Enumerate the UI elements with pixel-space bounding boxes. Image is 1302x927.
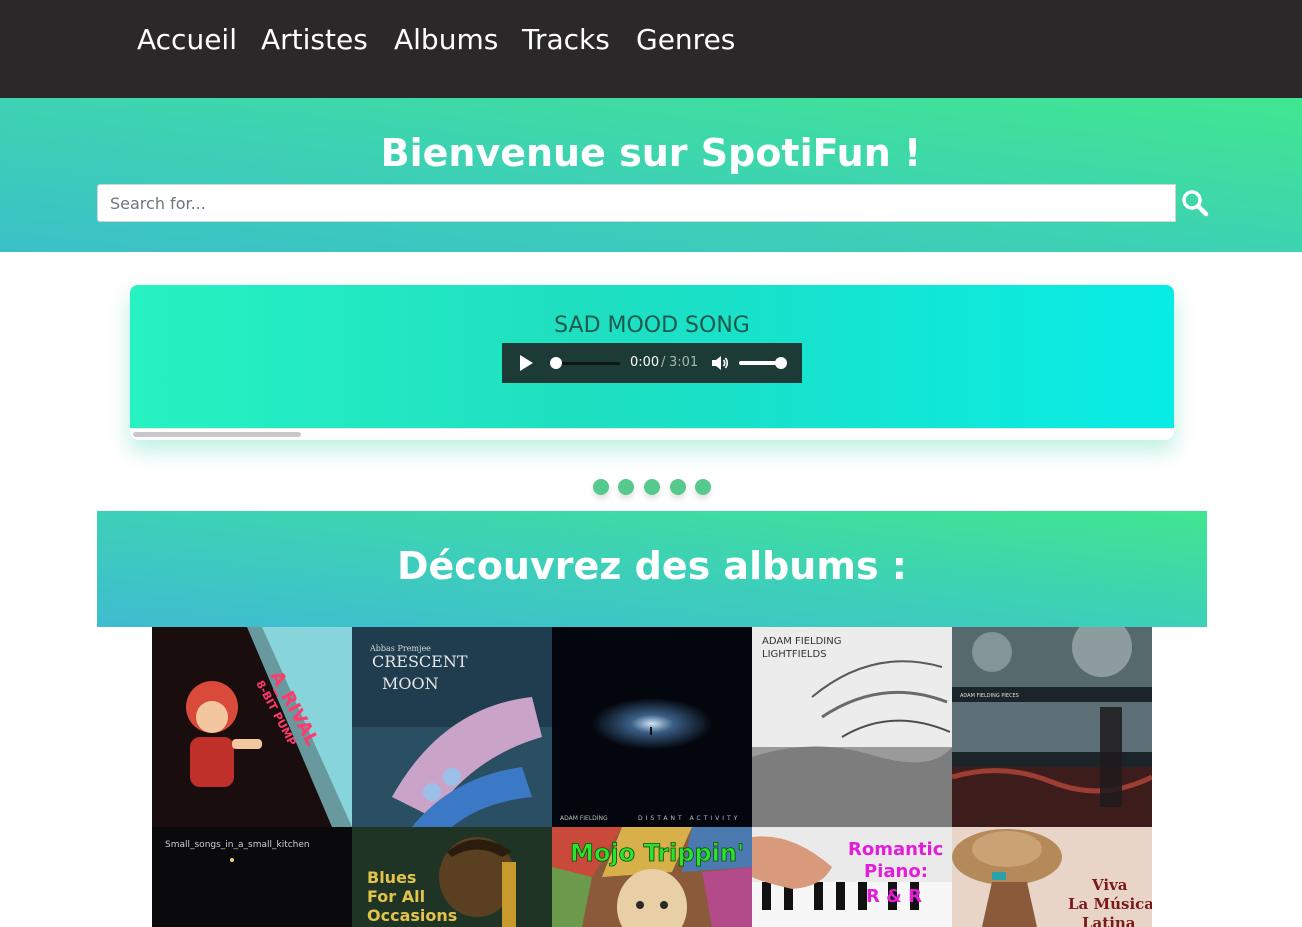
album-text: For All	[367, 887, 425, 906]
album-cover-small-songs[interactable]: Small_songs_in_a_small_kitchen	[152, 827, 352, 927]
album-cover-viva-la-musica[interactable]: Viva La Música Latina	[952, 827, 1152, 927]
search-icon[interactable]	[1180, 188, 1210, 218]
page-title: Bienvenue sur SpotiFun !	[380, 131, 922, 175]
carousel-indicator-5[interactable]	[695, 479, 711, 495]
album-text: Mojo Trippin'	[570, 839, 744, 867]
carousel-indicator-1[interactable]	[593, 479, 609, 495]
horizontal-scrollbar	[130, 428, 1174, 440]
top-navbar: Accueil Artistes Albums Tracks Genres	[0, 0, 1302, 98]
album-text: Small_songs_in_a_small_kitchen	[165, 840, 310, 850]
album-text: La Música	[1068, 895, 1152, 913]
volume-handle[interactable]	[775, 357, 787, 369]
search-input[interactable]	[97, 184, 1176, 222]
album-text: Piano:	[864, 861, 928, 882]
album-text: Occasions	[367, 906, 457, 925]
carousel-indicator-2[interactable]	[618, 479, 634, 495]
album-text: DISTANT ACTIVITY	[638, 815, 740, 822]
hero-banner: Bienvenue sur SpotiFun !	[0, 98, 1302, 252]
album-text: ADAM FIELDING	[560, 815, 608, 822]
album-cover-blues[interactable]: Blues For All Occasions	[352, 827, 552, 927]
album-cover-crescent-moon[interactable]: Abbas Premjee CRESCENT MOON	[352, 627, 552, 827]
album-cover-pieces[interactable]: ADAM FIELDING PIECES	[952, 627, 1152, 827]
current-time: 0:00	[630, 355, 660, 370]
carousel-indicator-4[interactable]	[670, 479, 686, 495]
album-text: Viva	[1091, 876, 1128, 894]
nav-link-accueil[interactable]: Accueil	[137, 22, 237, 58]
album-cover-distant-activity[interactable]: ADAM FIELDING DISTANT ACTIVITY	[552, 627, 752, 827]
album-cover-romantic-piano[interactable]: Romantic Piano: R & R	[752, 827, 952, 927]
album-text: ADAM FIELDING	[762, 636, 841, 647]
album-text: ADAM FIELDING PIECES	[960, 693, 1019, 699]
nav-link-genres[interactable]: Genres	[636, 22, 735, 58]
album-text: MOON	[382, 674, 439, 693]
play-icon[interactable]	[517, 354, 535, 372]
nav-link-albums[interactable]: Albums	[394, 22, 498, 58]
album-text: Latina	[1082, 914, 1136, 927]
carousel-slide: SAD MOOD SONG 0:00 / 3:01	[130, 285, 1174, 440]
album-text: LIGHTFIELDS	[762, 649, 827, 660]
song-title: SAD MOOD SONG	[554, 313, 750, 338]
albums-section-title: Découvrez des albums :	[396, 544, 907, 588]
album-cover-a-rival[interactable]: A_RIVAL 8-BIT PUMP	[152, 627, 352, 827]
album-text: Romantic	[848, 839, 943, 860]
seek-bar[interactable]	[552, 362, 620, 365]
album-text: CRESCENT	[372, 652, 468, 671]
duration: 3:01	[669, 355, 699, 370]
album-cover-lightfields[interactable]: ADAM FIELDING LIGHTFIELDS	[752, 627, 952, 827]
albums-banner: Découvrez des albums :	[97, 511, 1207, 627]
album-text: Blues	[367, 868, 416, 887]
scrollbar-thumb[interactable]	[133, 432, 301, 437]
nav-link-tracks[interactable]: Tracks	[522, 22, 610, 58]
album-text: R & R	[866, 886, 922, 907]
time-separator: /	[661, 355, 666, 370]
album-cover-mojo-trippin[interactable]: Mojo Trippin'	[552, 827, 752, 927]
volume-icon[interactable]	[711, 354, 729, 372]
audio-player: 0:00 / 3:01	[502, 343, 802, 383]
nav-link-artistes[interactable]: Artistes	[261, 22, 368, 58]
carousel-indicator-3[interactable]	[644, 479, 660, 495]
seek-handle[interactable]	[550, 357, 562, 369]
